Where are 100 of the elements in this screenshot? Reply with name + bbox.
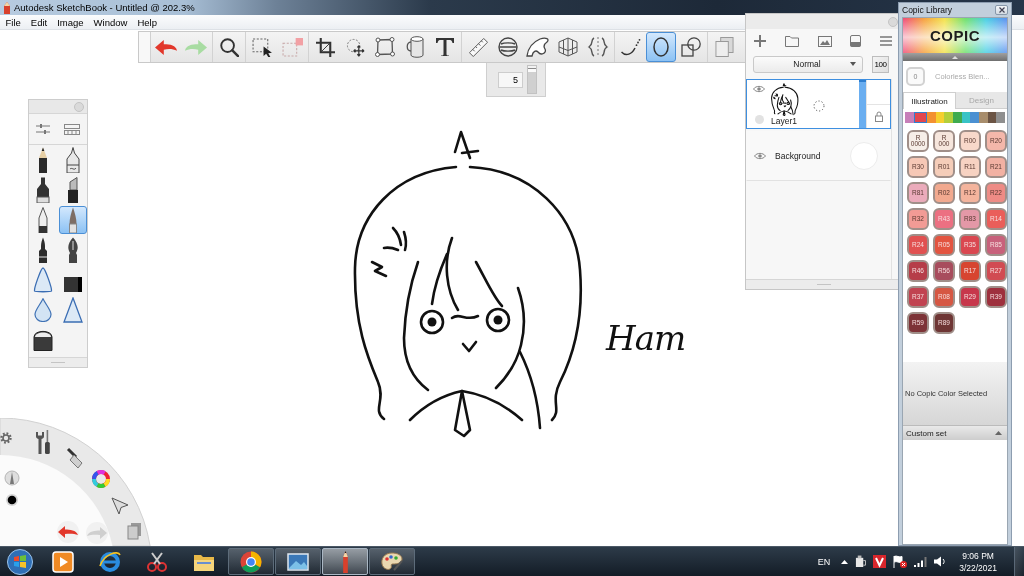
language-indicator[interactable]: EN [817, 556, 831, 567]
sharpen-icon [63, 297, 83, 323]
close-button[interactable] [995, 5, 1008, 15]
taskbar-button[interactable] [228, 548, 274, 575]
eraser-icon [63, 267, 83, 293]
custom-set-header[interactable]: Custom set [903, 425, 1007, 440]
brush-icon[interactable] [66, 447, 83, 469]
brush-size-field[interactable]: 5 [498, 71, 523, 88]
eye-icon[interactable] [753, 85, 765, 93]
marker-icon [36, 177, 50, 203]
color-family-swatch[interactable] [952, 112, 962, 123]
search-icon [219, 37, 239, 57]
browser-icon [98, 549, 122, 574]
color-family-swatch[interactable] [913, 112, 927, 123]
caret-icon [995, 431, 1002, 435]
layer-row[interactable]: Layer1 [746, 79, 891, 129]
clock-date[interactable]: 3/22/2021 [959, 562, 997, 573]
ellipse-button[interactable] [646, 32, 676, 62]
opacity-field[interactable]: 100 [872, 55, 889, 73]
windows-logo-icon [7, 548, 33, 575]
color-family-swatch[interactable] [979, 112, 988, 123]
color-wheel-icon[interactable] [92, 470, 110, 488]
selection-icon [251, 37, 273, 57]
eye-icon[interactable] [754, 152, 766, 160]
brush-pen-icon [37, 237, 49, 263]
image-icon[interactable] [817, 35, 832, 47]
close-icon [998, 7, 1005, 13]
menu-item[interactable]: Help [132, 16, 162, 28]
brush-library-button[interactable] [64, 123, 80, 135]
stroke-icon [621, 38, 641, 56]
color-family-swatch[interactable] [987, 112, 997, 123]
chisel-marker-icon [67, 177, 79, 203]
color-family-swatch[interactable] [996, 112, 1005, 123]
smudge-icon [33, 267, 53, 293]
app-tray-icon[interactable] [873, 555, 887, 568]
dotted-circle-icon [813, 100, 825, 112]
menu-icon[interactable] [880, 36, 892, 46]
water-drop-icon [34, 298, 52, 322]
menu-item[interactable]: File [1, 16, 26, 28]
menu-item[interactable]: Image [52, 16, 89, 28]
gear-icon[interactable] [0, 432, 12, 444]
symmetry-icon [587, 37, 609, 57]
show-desktop-button[interactable] [1014, 547, 1024, 576]
signature-text: Ham [606, 318, 686, 358]
paint-bucket-icon [406, 36, 424, 58]
pencil-icon [341, 550, 349, 573]
taskbar-button[interactable] [369, 548, 415, 575]
box-icon[interactable] [850, 35, 862, 47]
circle-icon [754, 115, 764, 124]
blend-mode-dropdown[interactable]: Normal [753, 55, 863, 73]
plus-icon[interactable] [754, 35, 766, 47]
layers-icon[interactable] [127, 523, 141, 540]
clock-time[interactable]: 9:06 PM [962, 550, 994, 561]
undo-icon[interactable] [57, 521, 79, 543]
layer-thumbnail [771, 83, 799, 116]
window-title: Autodesk SketchBook - Untitled @ 202.3% [14, 2, 195, 13]
tools-icon[interactable] [36, 430, 50, 454]
redo-icon [185, 39, 207, 55]
selection-arrow-icon[interactable] [111, 497, 129, 515]
caret-icon [952, 55, 958, 59]
toolbar-grip[interactable] [139, 32, 151, 62]
brush-tip-icon[interactable] [4, 470, 20, 486]
color-family-swatch[interactable] [961, 112, 971, 123]
opacity-slider[interactable] [859, 80, 866, 128]
device-icon[interactable] [855, 555, 867, 568]
move-selection-icon [345, 37, 365, 57]
copy-icon [714, 37, 734, 57]
tricolor-circle-icon [239, 549, 263, 574]
color-dot-icon[interactable] [6, 494, 18, 506]
perspective-grid-icon [558, 37, 578, 57]
menu-item[interactable]: Window [89, 16, 132, 28]
color-family-swatch[interactable] [944, 112, 953, 123]
block-eraser-icon [33, 329, 53, 351]
selection-square-icon [281, 37, 303, 57]
logo-text: COPIC [930, 27, 980, 44]
menu-item[interactable]: Edit [26, 16, 52, 28]
layer-name: Layer1 [771, 116, 798, 126]
color-family-swatch[interactable] [926, 112, 936, 123]
ruler-icon [468, 37, 488, 57]
resize-handle[interactable] [29, 357, 87, 367]
distort-icon [375, 37, 395, 57]
color-family-swatch[interactable] [935, 112, 945, 123]
lock-icon[interactable] [874, 110, 883, 122]
ellipse-guide-icon [498, 37, 518, 57]
color-family-swatch[interactable] [905, 112, 914, 123]
brush-settings-button[interactable] [36, 123, 50, 135]
shapes-icon [681, 37, 701, 57]
folder-icon[interactable] [784, 35, 799, 47]
tab[interactable]: Illustration [903, 92, 956, 109]
undo-icon [155, 39, 177, 55]
taskbar-button[interactable] [275, 548, 321, 575]
speaker-icon[interactable] [934, 556, 947, 567]
color-family-swatch[interactable] [970, 112, 979, 123]
grid-icon [64, 123, 80, 135]
flag-icon[interactable] [893, 555, 908, 568]
caret-icon[interactable] [841, 559, 849, 564]
signal-icon[interactable] [914, 556, 928, 567]
layer-name: Background [775, 151, 822, 161]
resize-handle[interactable] [746, 279, 901, 289]
app-icon [3, 1, 11, 14]
